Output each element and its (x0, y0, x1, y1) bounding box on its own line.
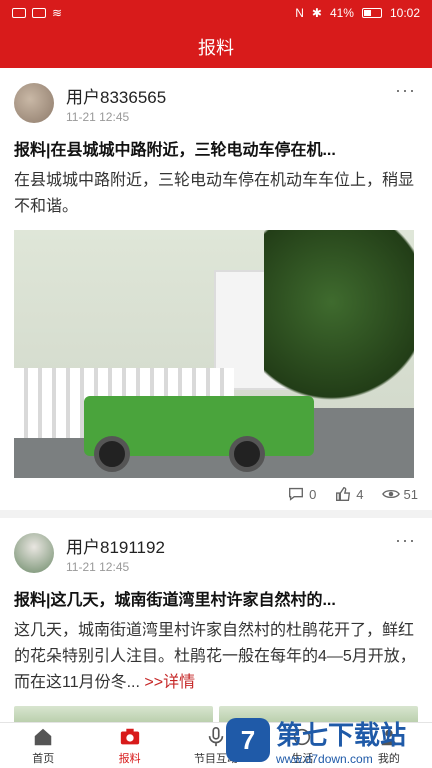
post-description: 在县城城中路附近，三轮电动车停在机动车车位上，稍显不和谐。 (14, 172, 415, 215)
post-time: 11-21 12:45 (66, 109, 130, 124)
photo-wheel (229, 436, 265, 472)
post-user-row: 用户8191192 11-21 12:45 ··· (14, 530, 418, 576)
post-card[interactable]: 用户8336565 11-21 12:45 ··· 报料|在县城城中路附近，三轮… (0, 68, 432, 510)
status-right-icons: N ✱ 41% 10:02 (295, 6, 420, 20)
comment-count: 0 (309, 486, 317, 502)
page-header: 报料 (0, 26, 432, 68)
avatar[interactable] (14, 83, 54, 123)
comment-icon (289, 487, 304, 501)
camera-icon (120, 728, 139, 744)
tab-label: 报料 (118, 752, 141, 765)
clock: 10:02 (389, 6, 420, 20)
more-options-icon[interactable]: ··· (395, 80, 416, 101)
battery-percent: 41% (329, 6, 354, 20)
thumbs-up-icon (336, 487, 351, 501)
photo-tree (264, 230, 414, 410)
battery-icon (361, 8, 382, 18)
home-icon (34, 728, 52, 745)
photo-wheel (94, 436, 130, 472)
tab-home[interactable]: 首页 (0, 723, 86, 768)
watermark-logo: 7 (226, 718, 270, 762)
user-meta: 用户8336565 11-21 12:45 (66, 83, 166, 124)
sim-icon (12, 8, 26, 18)
post-description-text: 这几天，城南街道湾里村许家自然村的杜鹃花开了，鲜红的花朵特别引人注目。杜鹃花一般… (14, 622, 416, 691)
more-options-icon[interactable]: ··· (395, 530, 416, 551)
comment-stat[interactable]: 0 (287, 485, 316, 503)
post-stats: 0 4 51 (14, 478, 418, 510)
microphone-icon (208, 726, 224, 746)
bluetooth-icon: ✱ (311, 6, 322, 20)
user-meta: 用户8191192 11-21 12:45 (66, 533, 165, 574)
wifi-icon: ≋ (52, 6, 63, 20)
watermark-title: 第七下载站 (276, 719, 407, 750)
post-photo[interactable] (14, 230, 414, 478)
username[interactable]: 用户8336565 (66, 83, 166, 108)
page-title: 报料 (198, 38, 234, 58)
post-card[interactable]: 用户8191192 11-21 12:45 ··· 报料|这几天，城南街道湾里村… (0, 518, 432, 722)
news-feed[interactable]: 用户8336565 11-21 12:45 ··· 报料|在县城城中路附近，三轮… (0, 68, 432, 722)
post-user-row: 用户8336565 11-21 12:45 ··· (14, 80, 418, 126)
status-bar: ≋ N ✱ 41% 10:02 (0, 0, 432, 26)
like-count: 4 (356, 486, 364, 502)
watermark-url: www.d7down.com (276, 751, 373, 766)
post-title[interactable]: 报料|这几天，城南街道湾里村许家自然村的... (14, 586, 418, 610)
eye-icon (381, 489, 400, 499)
signal-icon (32, 8, 46, 18)
details-link[interactable]: >>详情 (144, 674, 195, 691)
post-title[interactable]: 报料|在县城城中路附近，三轮电动车停在机... (14, 136, 418, 160)
nfc-icon: N (295, 6, 304, 20)
status-left-icons: ≋ (12, 6, 62, 20)
site-watermark: 7 第七下载站 www.d7down.com (226, 712, 426, 768)
avatar[interactable] (14, 533, 54, 573)
tab-label: 首页 (32, 752, 55, 765)
post-time: 11-21 12:45 (66, 559, 130, 574)
photo-thumbnail[interactable] (14, 706, 213, 722)
post-description: 这几天，城南街道湾里村许家自然村的杜鹃花开了，鲜红的花朵特别引人注目。杜鹃花一般… (14, 618, 418, 696)
watermark-text: 第七下载站 www.d7down.com (276, 715, 406, 766)
tab-report[interactable]: 报料 (86, 723, 172, 768)
view-stat: 51 (381, 485, 418, 503)
username[interactable]: 用户8191192 (66, 533, 165, 558)
like-stat[interactable]: 4 (334, 485, 364, 503)
view-count: 51 (403, 486, 418, 502)
